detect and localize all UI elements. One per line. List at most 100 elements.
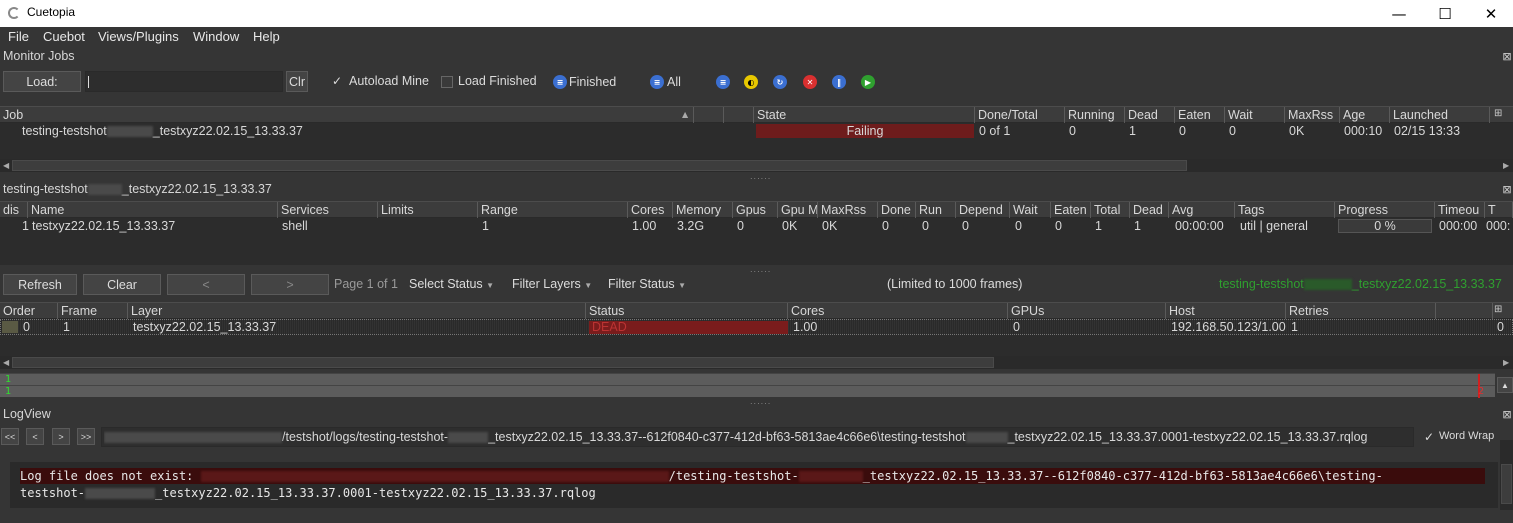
col-done-total[interactable]: Done/Total bbox=[975, 107, 1065, 123]
scroll-left-icon[interactable]: ◀ bbox=[3, 358, 9, 367]
col-avg[interactable]: Avg bbox=[1169, 202, 1235, 218]
pause-icon[interactable]: ‖ bbox=[832, 75, 846, 89]
menu-file[interactable]: File bbox=[8, 29, 29, 44]
col-gpu-mem[interactable]: Gpu M bbox=[778, 202, 818, 218]
col-job[interactable]: Job bbox=[0, 107, 694, 123]
col-dis[interactable]: dis bbox=[0, 202, 28, 218]
col-run[interactable]: Run bbox=[916, 202, 956, 218]
menu-help[interactable]: Help bbox=[253, 29, 280, 44]
col-total[interactable]: Total bbox=[1091, 202, 1130, 218]
col-order[interactable]: Order bbox=[0, 303, 58, 319]
logview-close-icon[interactable]: ⊠ bbox=[1501, 409, 1513, 421]
splitter-handle-3[interactable]: ...... bbox=[750, 397, 771, 406]
eat-icon[interactable]: ≡ bbox=[716, 75, 730, 89]
finished-button[interactable]: Finished bbox=[569, 75, 616, 89]
col-t[interactable]: T bbox=[1485, 202, 1513, 218]
clr-button[interactable]: Clr bbox=[286, 71, 308, 92]
maximize-icon[interactable]: ☐ bbox=[1422, 0, 1468, 27]
col-maxrss[interactable]: MaxRss bbox=[1285, 107, 1340, 123]
col-host[interactable]: Host bbox=[1166, 303, 1286, 319]
menu-window[interactable]: Window bbox=[193, 29, 239, 44]
load-input[interactable] bbox=[85, 71, 283, 92]
filter-status-dropdown[interactable]: Filter Status ▼ bbox=[608, 277, 686, 291]
menu-cuebot[interactable]: Cuebot bbox=[43, 29, 85, 44]
log-text-area[interactable]: Log file does not exist: /testing-testsh… bbox=[10, 462, 1498, 508]
scroll-thumb[interactable] bbox=[12, 160, 1187, 171]
col-blank1[interactable] bbox=[694, 107, 724, 123]
autoload-checkbox[interactable]: ✓ bbox=[332, 74, 342, 88]
col-gpus[interactable]: GPUs bbox=[1008, 303, 1166, 319]
timeline-up-icon[interactable]: ▲ bbox=[1497, 377, 1513, 393]
col-age[interactable]: Age bbox=[1340, 107, 1390, 123]
kill-icon[interactable]: ✕ bbox=[803, 75, 817, 89]
col-done[interactable]: Done bbox=[878, 202, 916, 218]
log-path-field[interactable]: /testshot/logs/testing-testshot- _testxyz… bbox=[101, 427, 1414, 447]
retry-icon[interactable]: ↻ bbox=[773, 75, 787, 89]
menu-views-plugins[interactable]: Views/Plugins bbox=[98, 29, 179, 44]
layer-row[interactable]: 1 testxyz22.02.15_13.33.37 shell 1 1.00 … bbox=[0, 218, 1513, 234]
minimize-icon[interactable]: — bbox=[1376, 0, 1422, 27]
col-wait[interactable]: Wait bbox=[1225, 107, 1285, 123]
log-first-button[interactable]: << bbox=[1, 428, 19, 445]
log-prev-button[interactable]: < bbox=[26, 428, 44, 445]
col-eaten[interactable]: Eaten bbox=[1051, 202, 1091, 218]
col-range[interactable]: Range bbox=[478, 202, 628, 218]
col-services[interactable]: Services bbox=[278, 202, 378, 218]
col-extra[interactable] bbox=[1436, 303, 1493, 319]
frames-column-config-icon[interactable]: ⊞ bbox=[1494, 304, 1502, 315]
col-running[interactable]: Running bbox=[1065, 107, 1125, 123]
finished-icon[interactable]: ≡ bbox=[553, 75, 567, 89]
col-dead[interactable]: Dead bbox=[1130, 202, 1169, 218]
next-page-button[interactable]: > bbox=[251, 274, 329, 295]
close-icon[interactable]: ✕ bbox=[1468, 0, 1513, 27]
column-config-icon[interactable]: ⊞ bbox=[1494, 108, 1502, 119]
unpause-icon[interactable]: ▶ bbox=[861, 75, 875, 89]
refresh-button[interactable]: Refresh bbox=[3, 274, 77, 295]
col-name[interactable]: Name bbox=[28, 202, 278, 218]
col-timeout[interactable]: Timeou bbox=[1435, 202, 1485, 218]
frame-row[interactable]: 0 1 testxyz22.02.15_13.33.37 DEAD 1.00 0… bbox=[0, 319, 1513, 335]
col-cores[interactable]: Cores bbox=[788, 303, 1008, 319]
prev-page-button[interactable]: < bbox=[167, 274, 245, 295]
scroll-thumb[interactable] bbox=[12, 357, 994, 368]
frame-timeline[interactable]: 1 1 2 bbox=[0, 373, 1495, 398]
log-last-button[interactable]: >> bbox=[77, 428, 95, 445]
log-vscrollbar[interactable] bbox=[1500, 440, 1513, 510]
layers-close-icon[interactable]: ⊠ bbox=[1501, 184, 1513, 196]
log-scroll-thumb[interactable] bbox=[1501, 464, 1512, 504]
select-status-dropdown[interactable]: Select Status ▼ bbox=[409, 277, 494, 291]
job-row[interactable]: testing-testshot _testxyz22.02.15_13.33.3… bbox=[0, 123, 1513, 139]
scroll-right-icon[interactable]: ▶ bbox=[1503, 358, 1509, 367]
col-layer[interactable]: Layer bbox=[128, 303, 586, 319]
pacman-icon[interactable]: ◐ bbox=[744, 75, 758, 89]
col-blank2[interactable] bbox=[724, 107, 754, 123]
col-memory[interactable]: Memory bbox=[673, 202, 733, 218]
col-cores[interactable]: Cores bbox=[628, 202, 673, 218]
col-maxrss[interactable]: MaxRss bbox=[818, 202, 878, 218]
scroll-left-icon[interactable]: ◀ bbox=[3, 161, 9, 170]
log-next-button[interactable]: > bbox=[52, 428, 70, 445]
scroll-right-icon[interactable]: ▶ bbox=[1503, 161, 1509, 170]
col-wait[interactable]: Wait bbox=[1010, 202, 1051, 218]
col-gpus[interactable]: Gpus bbox=[733, 202, 778, 218]
dock-close-icon[interactable]: ⊠ bbox=[1501, 51, 1513, 63]
col-eaten[interactable]: Eaten bbox=[1175, 107, 1225, 123]
col-launched[interactable]: Launched bbox=[1390, 107, 1490, 123]
col-dead[interactable]: Dead bbox=[1125, 107, 1175, 123]
frames-hscrollbar[interactable]: ◀ ▶ bbox=[0, 356, 1513, 369]
clear-button[interactable]: Clear bbox=[83, 274, 161, 295]
filter-layers-dropdown[interactable]: Filter Layers ▼ bbox=[512, 277, 592, 291]
load-finished-checkbox[interactable] bbox=[441, 76, 453, 88]
col-state[interactable]: State bbox=[754, 107, 975, 123]
col-progress[interactable]: Progress bbox=[1335, 202, 1435, 218]
col-retries[interactable]: Retries bbox=[1286, 303, 1436, 319]
col-limits[interactable]: Limits bbox=[378, 202, 478, 218]
col-frame[interactable]: Frame bbox=[58, 303, 128, 319]
word-wrap-checkbox[interactable]: ✓ bbox=[1424, 430, 1434, 444]
col-status[interactable]: Status bbox=[586, 303, 788, 319]
col-tags[interactable]: Tags bbox=[1235, 202, 1335, 218]
all-button[interactable]: All bbox=[667, 75, 681, 89]
splitter-handle-2[interactable]: ...... bbox=[750, 265, 771, 274]
all-icon[interactable]: ≡ bbox=[650, 75, 664, 89]
jobs-hscrollbar[interactable]: ◀ ▶ bbox=[0, 159, 1513, 172]
